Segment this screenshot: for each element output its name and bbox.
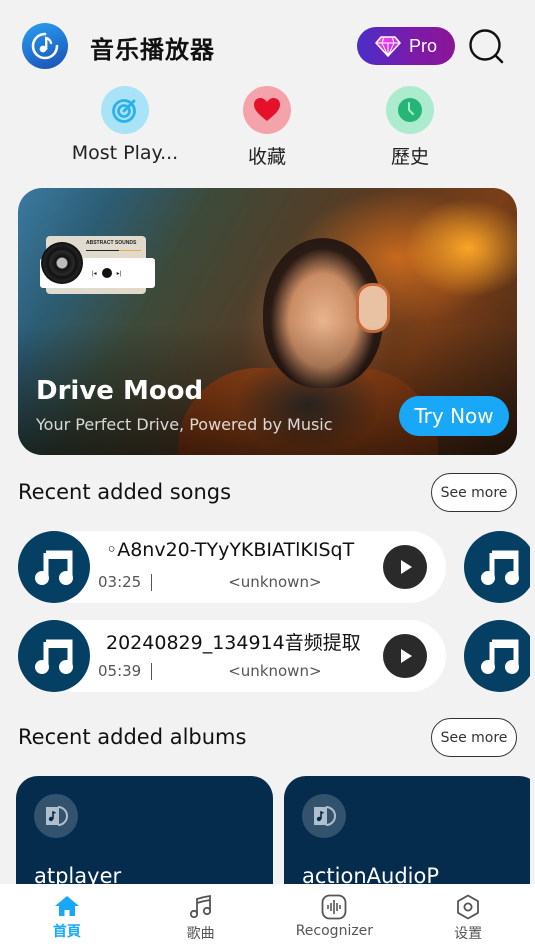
- banner-title: Drive Mood: [36, 376, 204, 406]
- try-now-button[interactable]: Try Now: [399, 396, 509, 436]
- diamond-icon: [375, 36, 401, 57]
- pro-label: Pro: [408, 35, 437, 56]
- quick-action-most-played[interactable]: Most Play...: [55, 86, 195, 164]
- sound-wave-icon: [321, 894, 347, 920]
- music-disc-icon: [31, 32, 59, 60]
- history-circle: [386, 86, 434, 134]
- song-artist: <unknown>: [228, 662, 322, 680]
- next-song-artwork[interactable]: [464, 620, 530, 692]
- album-icon-circle: [34, 794, 78, 838]
- most-played-circle: [101, 86, 149, 134]
- next-song-artwork[interactable]: [464, 531, 530, 603]
- app-header: 音乐播放器 Pro: [0, 0, 535, 85]
- music-note-icon: [35, 550, 73, 585]
- nav-songs-label: 歌曲: [186, 926, 215, 942]
- song-list-item[interactable]: 20240829_134914音频提取 05:39 <unknown>: [18, 620, 448, 692]
- favorites-circle: [243, 86, 291, 134]
- album-card[interactable]: actionAudioP: [284, 776, 530, 896]
- song-duration: 05:39: [98, 662, 142, 680]
- nav-settings-label: 设置: [454, 926, 483, 942]
- music-note-icon: [189, 894, 211, 919]
- music-note-icon: [481, 550, 519, 585]
- play-icon: [101, 268, 112, 278]
- quick-action-favorites[interactable]: 收藏: [197, 86, 337, 169]
- clock-icon: [398, 98, 422, 122]
- play-button[interactable]: [383, 634, 427, 678]
- album-icon: [314, 806, 336, 826]
- quick-action-history[interactable]: 歷史: [340, 86, 480, 169]
- song-title: ◦A8nv20-TYyYKBIATlKISqT: [106, 539, 355, 561]
- home-icon: [54, 896, 79, 916]
- song-title: 20240829_134914音频提取: [106, 632, 361, 654]
- song-artwork: [18, 620, 90, 692]
- song-duration: 03:25: [98, 573, 142, 591]
- target-icon: [112, 99, 136, 123]
- nav-songs[interactable]: 歌曲: [134, 884, 268, 951]
- quick-actions: Most Play... 收藏 歷史: [0, 86, 535, 168]
- mini-player-graphic: ABSTRACT SOUNDS |◂ ▸|: [40, 236, 156, 294]
- previous-icon: |◂: [92, 270, 97, 277]
- search-button[interactable]: [468, 28, 506, 66]
- banner-subtitle: Your Perfect Drive, Powered by Music: [36, 415, 333, 434]
- music-note-icon: [35, 639, 73, 674]
- album-icon: [46, 806, 68, 826]
- play-button[interactable]: [383, 545, 427, 589]
- settings-hexagon-icon: [457, 894, 480, 920]
- app-title: 音乐播放器: [90, 36, 215, 64]
- pro-button[interactable]: Pro: [357, 27, 455, 65]
- song-artist: <unknown>: [228, 573, 322, 591]
- search-icon: [469, 29, 504, 64]
- song-artwork: [18, 531, 90, 603]
- bottom-navigation: 首頁 歌曲 Recognizer 设置: [0, 884, 535, 951]
- promo-banner[interactable]: ABSTRACT SOUNDS |◂ ▸| Drive Mood Your Pe…: [18, 188, 517, 455]
- heart-icon: [254, 98, 280, 121]
- most-played-label: Most Play...: [71, 142, 179, 164]
- vinyl-record-icon: [41, 242, 83, 284]
- recent-albums-title: Recent added albums: [18, 725, 247, 749]
- play-icon: [401, 649, 412, 663]
- album-icon-circle: [302, 794, 346, 838]
- nav-settings[interactable]: 设置: [401, 884, 535, 951]
- recent-songs-title: Recent added songs: [18, 480, 232, 504]
- song-list-item[interactable]: ◦A8nv20-TYyYKBIATlKISqT 03:25 <unknown>: [18, 531, 448, 603]
- nav-recognizer-label: Recognizer: [295, 923, 374, 939]
- app-logo: [22, 23, 68, 69]
- songs-see-more-button[interactable]: See more: [431, 473, 517, 512]
- music-note-icon: [481, 639, 519, 674]
- next-icon: ▸|: [116, 270, 122, 277]
- nav-home-label: 首頁: [52, 924, 81, 940]
- history-label: 歷史: [390, 146, 429, 168]
- album-card[interactable]: atplayer: [16, 776, 273, 896]
- nav-recognizer[interactable]: Recognizer: [268, 884, 402, 951]
- albums-see-more-button[interactable]: See more: [431, 718, 517, 757]
- nav-home[interactable]: 首頁: [0, 884, 134, 951]
- favorites-label: 收藏: [247, 146, 286, 168]
- play-icon: [401, 560, 412, 574]
